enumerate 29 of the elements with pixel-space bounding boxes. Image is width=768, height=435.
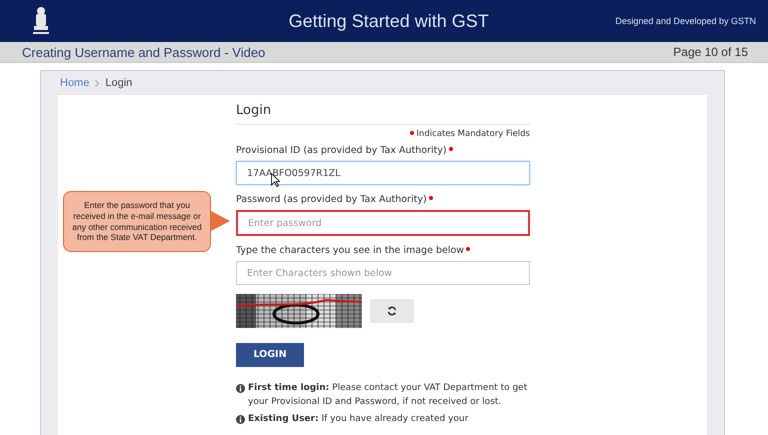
app-title: Getting Started with GST [288, 10, 490, 32]
input-field[interactable]: Enter Characters shown below [236, 261, 530, 285]
required-icon [448, 147, 453, 151]
field-label: Provisional ID (as provided by Tax Authority) [236, 145, 530, 156]
info-note: First time login: Please contact your VAT Department to get your Provisional ID and Password, if not received or lost. [248, 382, 528, 408]
callout: Enter the password that you received in the e-mail message or any other communication received from the State VAT Department. [63, 191, 211, 252]
breadcrumb-link[interactable]: Home [60, 77, 90, 89]
lesson-title: Creating Username and Password - Video [22, 44, 266, 60]
required-icon [428, 196, 433, 200]
login-heading: Login [236, 95, 530, 125]
info-icon [236, 414, 245, 424]
field-label: Type the characters you see in the image below [236, 245, 530, 256]
info-icon [236, 384, 245, 392]
emblem-icon [30, 5, 52, 37]
callout-arrow-icon [211, 211, 230, 231]
mandatory-note: Indicates Mandatory Fields [236, 129, 530, 139]
page-counter: Page 10 of 15 [673, 45, 748, 59]
field-label: Password (as provided by Tax Authority) [236, 194, 530, 205]
refresh-button[interactable] [370, 299, 414, 323]
refresh-icon [387, 306, 397, 316]
input-field[interactable]: Enter password [236, 210, 530, 236]
credit-text: Designed and Developed by GSTN [615, 16, 756, 26]
login-button[interactable]: LOGIN [236, 342, 304, 366]
breadcrumb-current: Login [105, 77, 132, 89]
info-note: Existing User: If you have already created your [248, 412, 468, 426]
input-field[interactable]: 17AABFO0597R1ZL [236, 161, 530, 185]
required-icon [466, 247, 470, 251]
required-icon [410, 131, 414, 135]
chevron-icon [95, 80, 100, 86]
